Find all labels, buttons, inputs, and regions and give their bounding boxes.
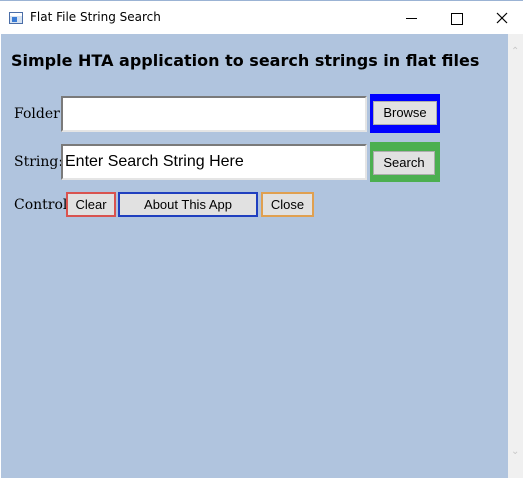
browse-button[interactable]: Browse bbox=[373, 101, 437, 125]
search-string-input[interactable] bbox=[61, 144, 367, 180]
close-button[interactable]: Close bbox=[261, 192, 314, 217]
chevron-up-icon[interactable]: ⌃ bbox=[511, 46, 519, 57]
title-bar[interactable]: Flat File String Search bbox=[0, 1, 523, 34]
page-title: Simple HTA application to search strings… bbox=[11, 51, 480, 70]
control-label: Control: bbox=[14, 197, 73, 213]
window-title: Flat File String Search bbox=[30, 10, 161, 24]
window-close-button[interactable] bbox=[480, 1, 523, 34]
search-button[interactable]: Search bbox=[373, 151, 435, 175]
string-label: String: bbox=[14, 154, 64, 170]
close-icon bbox=[496, 12, 508, 24]
window-icon bbox=[9, 12, 23, 24]
app-body: Simple HTA application to search strings… bbox=[1, 34, 508, 478]
folder-label: Folder: bbox=[14, 106, 65, 122]
minimize-button[interactable] bbox=[388, 1, 434, 34]
chevron-down-icon[interactable]: ⌄ bbox=[511, 446, 519, 457]
vertical-scrollbar[interactable]: ⌃ ⌄ bbox=[508, 34, 523, 478]
maximize-button[interactable] bbox=[434, 1, 480, 34]
app-window: Flat File String Search Simple HTA appli… bbox=[0, 0, 523, 478]
folder-input[interactable] bbox=[61, 96, 367, 132]
search-button-frame: Search bbox=[370, 142, 440, 182]
about-button[interactable]: About This App bbox=[118, 192, 258, 217]
browse-button-frame: Browse bbox=[370, 94, 440, 133]
clear-button[interactable]: Clear bbox=[66, 192, 116, 217]
